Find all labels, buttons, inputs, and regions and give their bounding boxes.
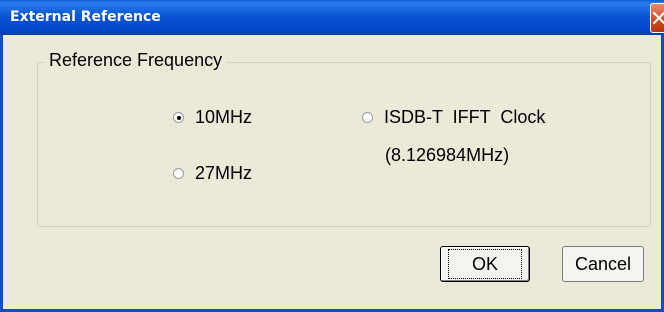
radio-sublabel-isdbt: (8.126984MHz) <box>385 145 510 165</box>
radio-button-checked[interactable] <box>173 112 184 123</box>
title-bar[interactable]: External Reference <box>0 0 664 35</box>
radio-button[interactable] <box>173 168 184 179</box>
close-button[interactable] <box>650 3 664 33</box>
reference-frequency-group <box>37 62 651 227</box>
radio-button[interactable] <box>362 112 373 123</box>
radio-27mhz[interactable]: 27MHz <box>173 163 252 184</box>
radio-label-isdbt: ISDB-T IFFT Clock <box>384 107 546 127</box>
close-icon <box>652 11 664 25</box>
radio-isdbt-ifft-clock[interactable]: ISDB-T IFFT Clock <box>362 107 545 128</box>
group-label: Reference Frequency <box>45 50 227 71</box>
cancel-button[interactable]: Cancel <box>562 246 644 282</box>
window-border-left <box>0 35 3 312</box>
ok-button[interactable]: OK <box>440 246 530 282</box>
ok-button-label: OK <box>447 249 522 279</box>
radio-label-27mhz: 27MHz <box>195 163 253 183</box>
radio-label-10mhz: 10MHz <box>195 107 253 127</box>
window-title: External Reference <box>10 9 161 25</box>
radio-10mhz[interactable]: 10MHz <box>173 107 252 128</box>
external-reference-dialog: External Reference Reference Frequency 1… <box>0 0 664 312</box>
